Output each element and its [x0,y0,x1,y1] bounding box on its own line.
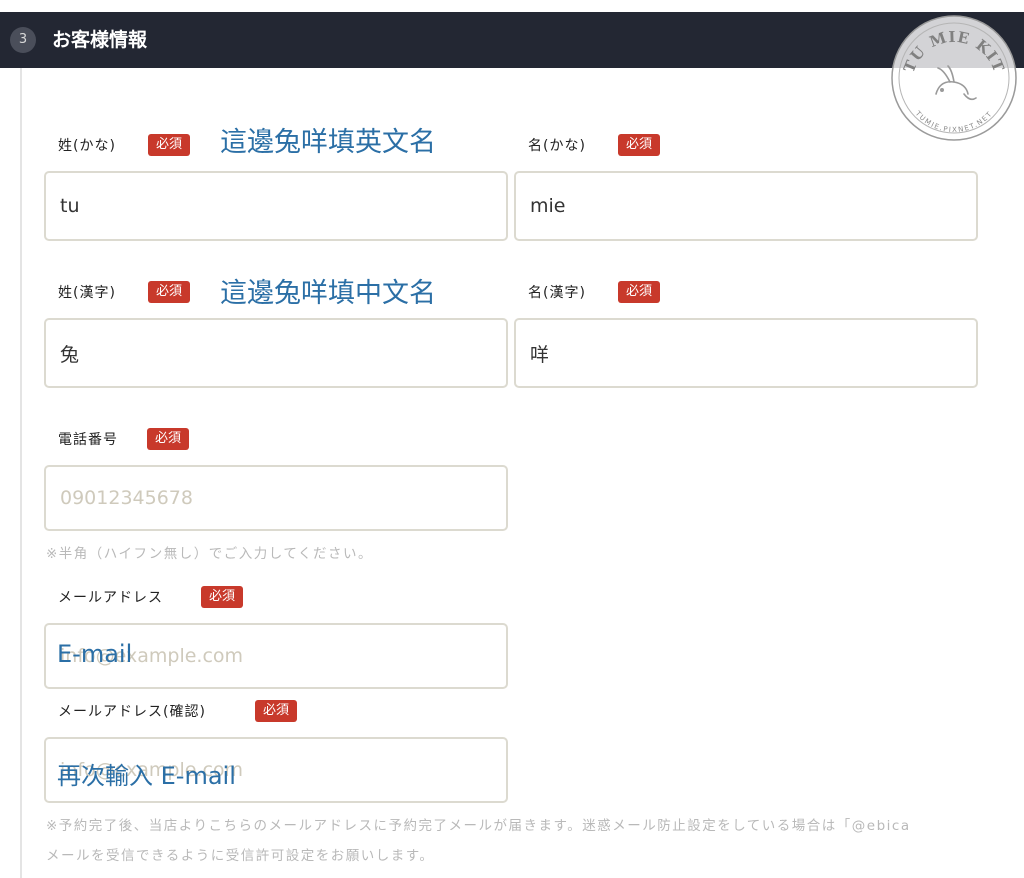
phone-placeholder: 09012345678 [60,487,193,509]
annotation-kanji: 這邊兔咩填中文名 [220,278,436,309]
last-name-kana-label: 姓(かな) [58,138,116,154]
watermark-logo: TU MIE KIT TUMIE.PIXNET.NET [888,12,1020,144]
first-name-kana-label: 名(かな) [528,138,586,154]
required-badge: 必須 [201,586,244,608]
annotation-kana: 這邊兔咩填英文名 [220,127,436,158]
required-badge: 必須 [147,428,190,450]
required-badge: 必須 [148,134,191,156]
first-name-kana-input[interactable]: mie [514,171,978,241]
last-name-kana-input[interactable]: tu [44,171,508,241]
phone-label: 電話番号 [58,432,118,448]
last-name-kanji-value: 兔 [60,343,80,366]
phone-input[interactable]: 09012345678 [44,465,508,531]
first-name-kanji-value: 咩 [530,343,550,366]
phone-note: ※半角（ハイフン無し）でご入力してください。 [46,546,374,562]
email-confirm-label: メールアドレス(確認) [58,704,206,720]
required-badge: 必須 [148,281,191,303]
required-badge: 必須 [255,700,298,722]
left-divider [20,68,22,878]
step-number-badge: 3 [10,27,36,53]
last-name-kanji-input[interactable]: 兔 [44,318,508,388]
first-name-kanji-input[interactable]: 咩 [514,318,978,388]
annotation-email-confirm: 再次輸入 E-mail [57,762,236,790]
email-note-line1: ※予約完了後、当店よりこちらのメールアドレスに予約完了メールが届きます。迷惑メー… [46,818,911,834]
first-name-kanji-label: 名(漢字) [528,285,586,301]
last-name-kana-value: tu [60,195,80,217]
required-badge: 必須 [618,134,661,156]
email-label: メールアドレス [58,590,163,606]
first-name-kana-value: mie [530,195,566,217]
required-badge: 必須 [618,281,661,303]
page: 3 お客様情報 姓(かな) 必須 這邊兔咩填英文名 名(かな) 必須 tu mi… [0,0,1024,878]
section-title: お客様情報 [52,29,148,51]
watermark-svg: TU MIE KIT TUMIE.PIXNET.NET [891,15,1017,141]
annotation-email: E-mail [57,640,133,668]
last-name-kanji-label: 姓(漢字) [58,285,116,301]
email-note-line2: メールを受信できるように受信許可設定をお願いします。 [46,848,435,864]
section-header: 3 お客様情報 [0,12,1024,68]
